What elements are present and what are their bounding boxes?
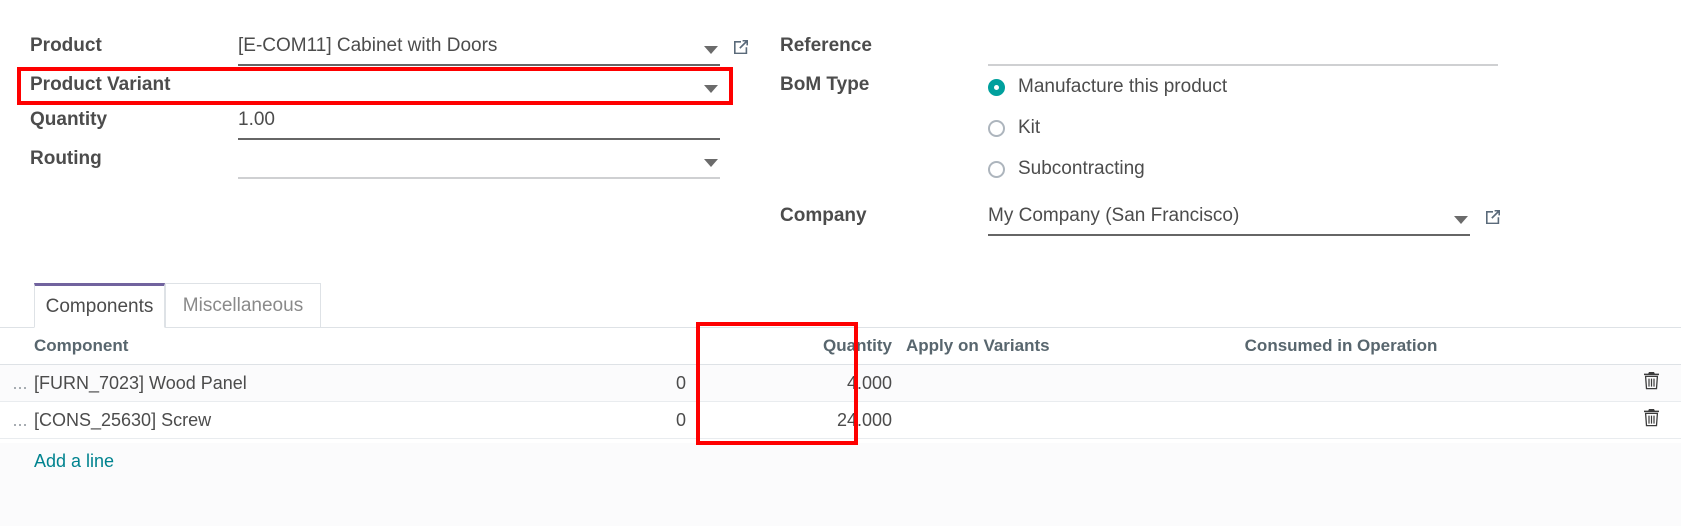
tab-label: Components [45,295,154,317]
chevron-down-icon[interactable] [1454,216,1468,224]
product-input[interactable]: [E-COM11] Cabinet with Doors [238,36,720,66]
delete-row-button[interactable] [1621,371,1681,395]
bom-type-option-label: Kit [1018,117,1041,138]
field-company: Company [780,206,867,226]
table-row[interactable]: ... [FURN_7023] Wood Panel 0 4.000 [0,365,1681,402]
cell-component[interactable]: [FURN_7023] Wood Panel [34,373,424,394]
add-a-line-link[interactable]: Add a line [34,451,114,472]
bom-type-option-manufacture[interactable]: Manufacture this product [988,76,1227,98]
bom-type-option-label: Subcontracting [1018,158,1145,179]
cell-quantity[interactable]: 24.000 [694,410,898,431]
cell-zero[interactable]: 0 [424,373,694,394]
chevron-down-icon[interactable] [704,159,718,167]
product-label: Product [30,35,102,56]
row-drag-handle[interactable]: ... [0,373,34,394]
header-consumed-in-operation[interactable]: Consumed in Operation [1061,336,1621,356]
routing-label: Routing [30,148,102,169]
field-bom-type: BoM Type [780,75,869,95]
bom-type-label: BoM Type [780,74,870,95]
bom-type-option-label: Manufacture this product [1018,76,1228,97]
header-quantity[interactable]: Quantity [694,336,898,356]
cell-quantity[interactable]: 4.000 [694,373,898,394]
field-product-variant: Product Variant [30,75,240,95]
table-footer-space [0,480,1681,526]
components-table: Component Quantity Apply on Variants Con… [0,328,1681,439]
reference-label: Reference [780,35,872,56]
trash-icon[interactable] [1643,371,1660,395]
tab-components[interactable]: Components [34,283,165,328]
bom-type-option-subcontracting[interactable]: Subcontracting [988,158,1145,180]
table-row[interactable]: ... [CONS_25630] Screw 0 24.000 [0,402,1681,439]
trash-icon[interactable] [1643,408,1660,432]
external-link-icon[interactable] [1483,207,1503,227]
form-area: Product [E-COM11] Cabinet with Doors Pro… [0,0,1681,270]
product-variant-label: Product Variant [30,74,171,95]
company-input[interactable]: My Company (San Francisco) [988,206,1470,236]
quantity-input[interactable]: 1.00 [238,110,720,140]
routing-input[interactable] [238,149,720,179]
chevron-down-icon[interactable] [704,46,718,54]
cell-component[interactable]: [CONS_25630] Screw [34,410,424,431]
chevron-down-icon[interactable] [704,85,718,93]
reference-input[interactable] [988,36,1498,66]
notebook-tabs: Components Miscellaneous [0,283,1681,328]
company-label: Company [780,205,867,226]
quantity-label: Quantity [30,109,108,130]
row-drag-handle[interactable]: ... [0,410,34,431]
header-apply-on-variants[interactable]: Apply on Variants [898,336,1061,356]
field-routing: Routing [30,149,240,169]
add-a-line-row[interactable]: Add a line [0,443,1681,480]
bom-type-option-kit[interactable]: Kit [988,117,1040,139]
radio-selected-icon[interactable] [988,78,1005,96]
field-quantity: Quantity [30,110,240,130]
tab-label: Miscellaneous [182,294,304,316]
radio-unselected-icon[interactable] [988,119,1005,137]
table-header-row: Component Quantity Apply on Variants Con… [0,328,1681,365]
quantity-value: 1.00 [238,109,275,130]
product-variant-input[interactable] [238,75,720,105]
external-link-icon[interactable] [731,37,751,57]
field-product: Product [30,36,240,56]
cell-zero[interactable]: 0 [424,410,694,431]
field-reference: Reference [780,36,872,56]
tab-miscellaneous[interactable]: Miscellaneous [165,283,321,328]
company-value: My Company (San Francisco) [988,205,1240,226]
header-component[interactable]: Component [34,336,424,356]
delete-row-button[interactable] [1621,408,1681,432]
bom-form-page: Product [E-COM11] Cabinet with Doors Pro… [0,0,1681,526]
radio-unselected-icon[interactable] [988,160,1005,178]
product-value: [E-COM11] Cabinet with Doors [238,35,498,56]
